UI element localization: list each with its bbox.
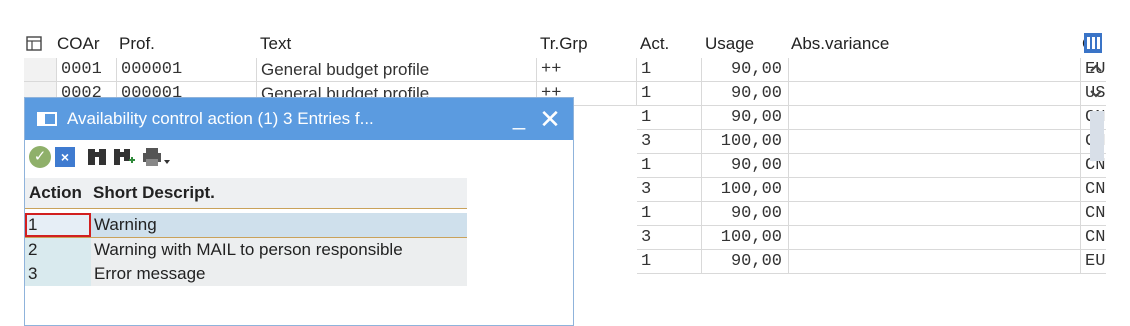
cell-trgrp: ++ bbox=[537, 58, 637, 82]
col-act[interactable]: Act. bbox=[640, 31, 669, 57]
chevron-up-icon[interactable] bbox=[1086, 60, 1106, 80]
focus-cursor bbox=[25, 213, 91, 237]
cell-usage: 90,00 bbox=[702, 250, 789, 274]
cell-usage: 90,00 bbox=[702, 202, 789, 226]
cell-absvar bbox=[789, 154, 1081, 178]
close-button[interactable]: ✕ bbox=[537, 98, 563, 140]
cell-act: 1 bbox=[637, 82, 702, 106]
top-band bbox=[0, 0, 1130, 12]
col-coar[interactable]: COAr bbox=[57, 31, 100, 57]
cell-cr: CN bbox=[1081, 178, 1106, 202]
cell-cr: CN bbox=[1081, 226, 1106, 250]
table-row[interactable]: 0001 000001 General budget profile ++ 1 … bbox=[24, 58, 1106, 82]
cell-absvar bbox=[789, 58, 1081, 82]
column-layout-icon[interactable] bbox=[1084, 33, 1102, 53]
col-action[interactable]: Action bbox=[29, 178, 82, 208]
cell-absvar bbox=[789, 178, 1081, 202]
cell-act: 1 bbox=[637, 106, 702, 130]
cell-absvar bbox=[789, 82, 1081, 106]
cell-absvar bbox=[789, 130, 1081, 154]
dialog-title: Availability control action (1) 3 Entrie… bbox=[67, 109, 374, 128]
cell-act: 1 bbox=[637, 250, 702, 274]
cell-absvar bbox=[789, 202, 1081, 226]
chevron-down-icon[interactable] bbox=[1086, 86, 1106, 106]
window-icon bbox=[37, 112, 57, 126]
cell-act: 1 bbox=[637, 202, 702, 226]
find-icon[interactable] bbox=[85, 146, 109, 170]
list-item[interactable]: 1 Warning bbox=[25, 213, 467, 238]
cell-cr: CN bbox=[1081, 202, 1106, 226]
cell-usage: 90,00 bbox=[702, 82, 789, 106]
cell-absvar bbox=[789, 226, 1081, 250]
cell-usage: 100,00 bbox=[702, 178, 789, 202]
minimize-button[interactable]: _ bbox=[507, 98, 531, 138]
find-next-icon[interactable] bbox=[113, 146, 137, 170]
cell-usage: 100,00 bbox=[702, 130, 789, 154]
cell-usage: 90,00 bbox=[702, 58, 789, 82]
dialog-title-bar[interactable]: Availability control action (1) 3 Entrie… bbox=[25, 98, 573, 140]
cell-act: 1 bbox=[637, 58, 702, 82]
action-key[interactable]: 3 bbox=[25, 262, 91, 286]
cell-act: 3 bbox=[637, 226, 702, 250]
cell-act: 3 bbox=[637, 130, 702, 154]
col-text[interactable]: Text bbox=[260, 31, 291, 57]
table-settings-icon[interactable] bbox=[26, 31, 48, 57]
cell-usage: 90,00 bbox=[702, 154, 789, 178]
list-item[interactable]: 3 Error message bbox=[25, 262, 467, 286]
list-item[interactable]: 2 Warning with MAIL to person responsibl… bbox=[25, 238, 467, 262]
confirm-icon[interactable]: ✓ bbox=[29, 146, 51, 168]
cell-absvar bbox=[789, 106, 1081, 130]
cell-usage: 90,00 bbox=[702, 106, 789, 130]
cell-text: General budget profile bbox=[257, 58, 537, 82]
col-prof[interactable]: Prof. bbox=[119, 31, 155, 57]
cell-act: 3 bbox=[637, 178, 702, 202]
dialog-list-header: Action Short Descript. bbox=[25, 178, 467, 209]
col-short-description[interactable]: Short Descript. bbox=[93, 178, 215, 208]
action-key[interactable]: 2 bbox=[25, 238, 91, 262]
cell-absvar bbox=[789, 250, 1081, 274]
cell-prof: 000001 bbox=[117, 58, 257, 82]
action-description[interactable]: Error message bbox=[91, 262, 467, 286]
cancel-icon[interactable]: × bbox=[55, 147, 75, 167]
print-icon[interactable] bbox=[141, 146, 171, 170]
cell-act: 1 bbox=[637, 154, 702, 178]
table-header: COAr Prof. Text Tr.Grp Act. Usage Abs.va… bbox=[24, 31, 1106, 57]
cell-cr: EU bbox=[1081, 250, 1106, 274]
availability-control-dialog: Availability control action (1) 3 Entrie… bbox=[24, 97, 574, 326]
cell-usage: 100,00 bbox=[702, 226, 789, 250]
col-absvar[interactable]: Abs.variance bbox=[791, 31, 889, 57]
action-description[interactable]: Warning bbox=[91, 213, 467, 237]
col-usage[interactable]: Usage bbox=[705, 31, 754, 57]
col-trgrp[interactable]: Tr.Grp bbox=[540, 31, 588, 57]
scrollbar-thumb[interactable] bbox=[1090, 111, 1104, 161]
row-selector[interactable] bbox=[24, 58, 57, 82]
action-description[interactable]: Warning with MAIL to person responsible bbox=[91, 238, 467, 262]
cell-coar: 0001 bbox=[57, 58, 117, 82]
